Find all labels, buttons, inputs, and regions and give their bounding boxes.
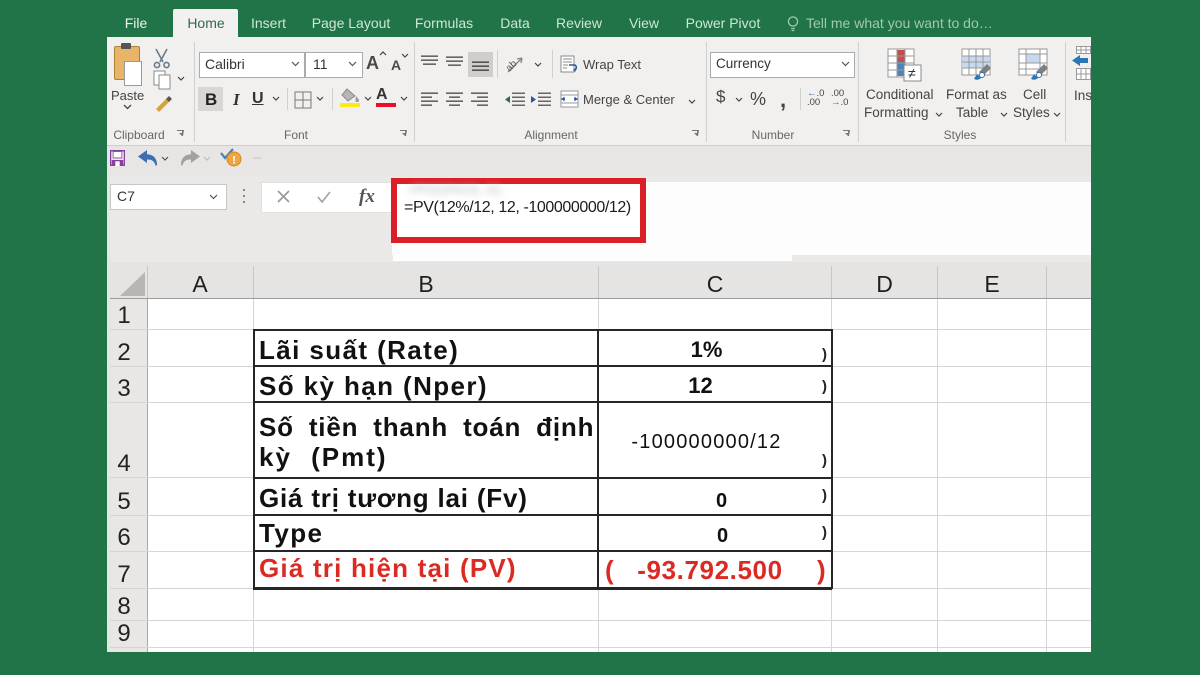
svg-text:ab: ab	[505, 58, 520, 74]
svg-text:!: !	[232, 155, 236, 167]
svg-text:≠: ≠	[908, 65, 916, 81]
